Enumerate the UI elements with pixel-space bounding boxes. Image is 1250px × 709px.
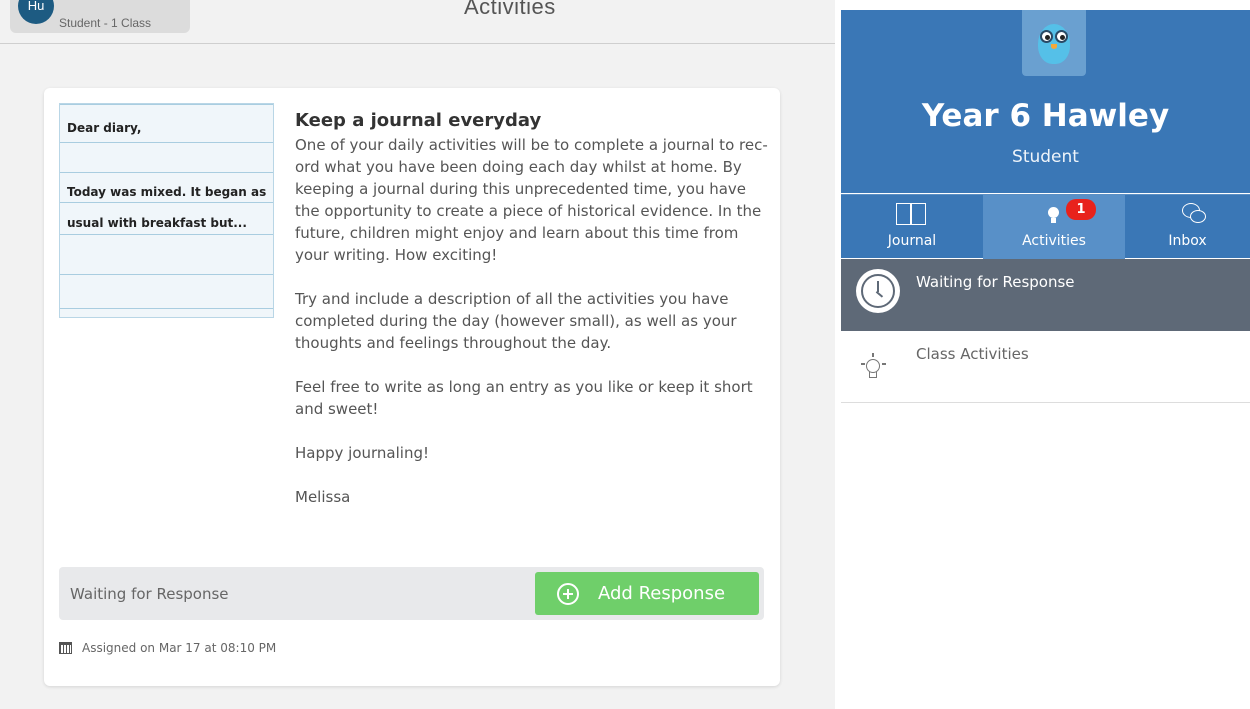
user-chip[interactable]: Hu Student - 1 Class bbox=[10, 0, 190, 33]
class-sidebar: Year 6 Hawley Student Journal 1 Activiti… bbox=[841, 0, 1250, 709]
description-paragraph: One of your daily activities will be to … bbox=[295, 136, 768, 264]
plus-circle-icon bbox=[557, 583, 579, 605]
book-icon bbox=[896, 203, 926, 225]
class-avatar bbox=[1022, 10, 1086, 76]
menu-item-waiting-for-response[interactable]: Waiting for Response bbox=[841, 259, 1250, 331]
diary-rule bbox=[60, 172, 273, 173]
response-status: Waiting for Response bbox=[70, 585, 229, 603]
activity-title: Keep a journal everyday bbox=[295, 110, 542, 131]
diary-text: Dear diary, bbox=[67, 121, 142, 135]
user-subtitle: Student - 1 Class bbox=[59, 16, 152, 30]
menu-item-label: Class Activities bbox=[916, 345, 1029, 363]
diary-rule bbox=[60, 234, 273, 235]
menu-item-class-activities[interactable]: Class Activities bbox=[841, 331, 1250, 403]
lightbulb-icon bbox=[1046, 205, 1060, 223]
assigned-text: Assigned on Mar 17 at 08:10 PM bbox=[82, 641, 277, 655]
diary-text: usual with breakfast but... bbox=[67, 216, 247, 230]
diary-image: Dear diary, Today was mixed. It began as… bbox=[59, 103, 274, 318]
owl-icon bbox=[1038, 24, 1070, 64]
diary-rule bbox=[60, 308, 273, 309]
tab-label: Activities bbox=[1022, 233, 1086, 249]
class-header: Year 6 Hawley Student bbox=[841, 10, 1250, 193]
owl-eye bbox=[1040, 30, 1053, 43]
diary-rule bbox=[60, 104, 273, 105]
notification-badge: 1 bbox=[1066, 199, 1096, 220]
assigned-date: Assigned on Mar 17 at 08:10 PM bbox=[59, 641, 276, 655]
avatar[interactable]: Hu bbox=[18, 0, 54, 24]
tab-label: Journal bbox=[887, 233, 937, 249]
description-paragraph: Melissa bbox=[295, 488, 351, 506]
tab-journal[interactable]: Journal bbox=[841, 195, 983, 259]
add-response-button[interactable]: Add Response bbox=[535, 572, 759, 615]
main-area: Hu Student - 1 Class Activities Dear dia… bbox=[0, 0, 835, 709]
user-role: Student bbox=[1012, 147, 1079, 167]
owl-beak bbox=[1051, 44, 1057, 49]
activity-description: One of your daily activities will be to … bbox=[295, 134, 770, 508]
menu-item-label: Waiting for Response bbox=[916, 273, 1075, 291]
add-response-label: Add Response bbox=[598, 583, 726, 604]
class-name: Year 6 Hawley bbox=[921, 98, 1170, 134]
description-paragraph: Happy journaling! bbox=[295, 444, 429, 462]
diary-rule bbox=[60, 142, 273, 143]
lightbulb-outline-icon bbox=[861, 353, 886, 381]
calendar-icon bbox=[59, 642, 72, 654]
tab-activities[interactable]: 1 Activities bbox=[983, 195, 1125, 259]
clock-icon bbox=[856, 269, 900, 313]
top-bar: Hu Student - 1 Class Activities bbox=[0, 0, 835, 44]
chat-bubbles-icon bbox=[1180, 201, 1210, 227]
tab-label: Inbox bbox=[1168, 233, 1207, 249]
response-bar: Waiting for Response Add Response bbox=[59, 567, 764, 620]
owl-eye bbox=[1055, 30, 1068, 43]
diary-text: Today was mixed. It began as bbox=[67, 185, 267, 199]
description-paragraph: Try and include a description of all the… bbox=[295, 290, 737, 352]
description-paragraph: Feel free to write as long an entry as y… bbox=[295, 378, 753, 418]
sidebar-tabs: Journal 1 Activities Inbox bbox=[841, 194, 1250, 259]
tab-inbox[interactable]: Inbox bbox=[1125, 195, 1250, 259]
page-title: Activities bbox=[464, 0, 556, 19]
diary-rule bbox=[60, 202, 273, 203]
activity-card: Dear diary, Today was mixed. It began as… bbox=[44, 88, 780, 686]
diary-rule bbox=[60, 274, 273, 275]
